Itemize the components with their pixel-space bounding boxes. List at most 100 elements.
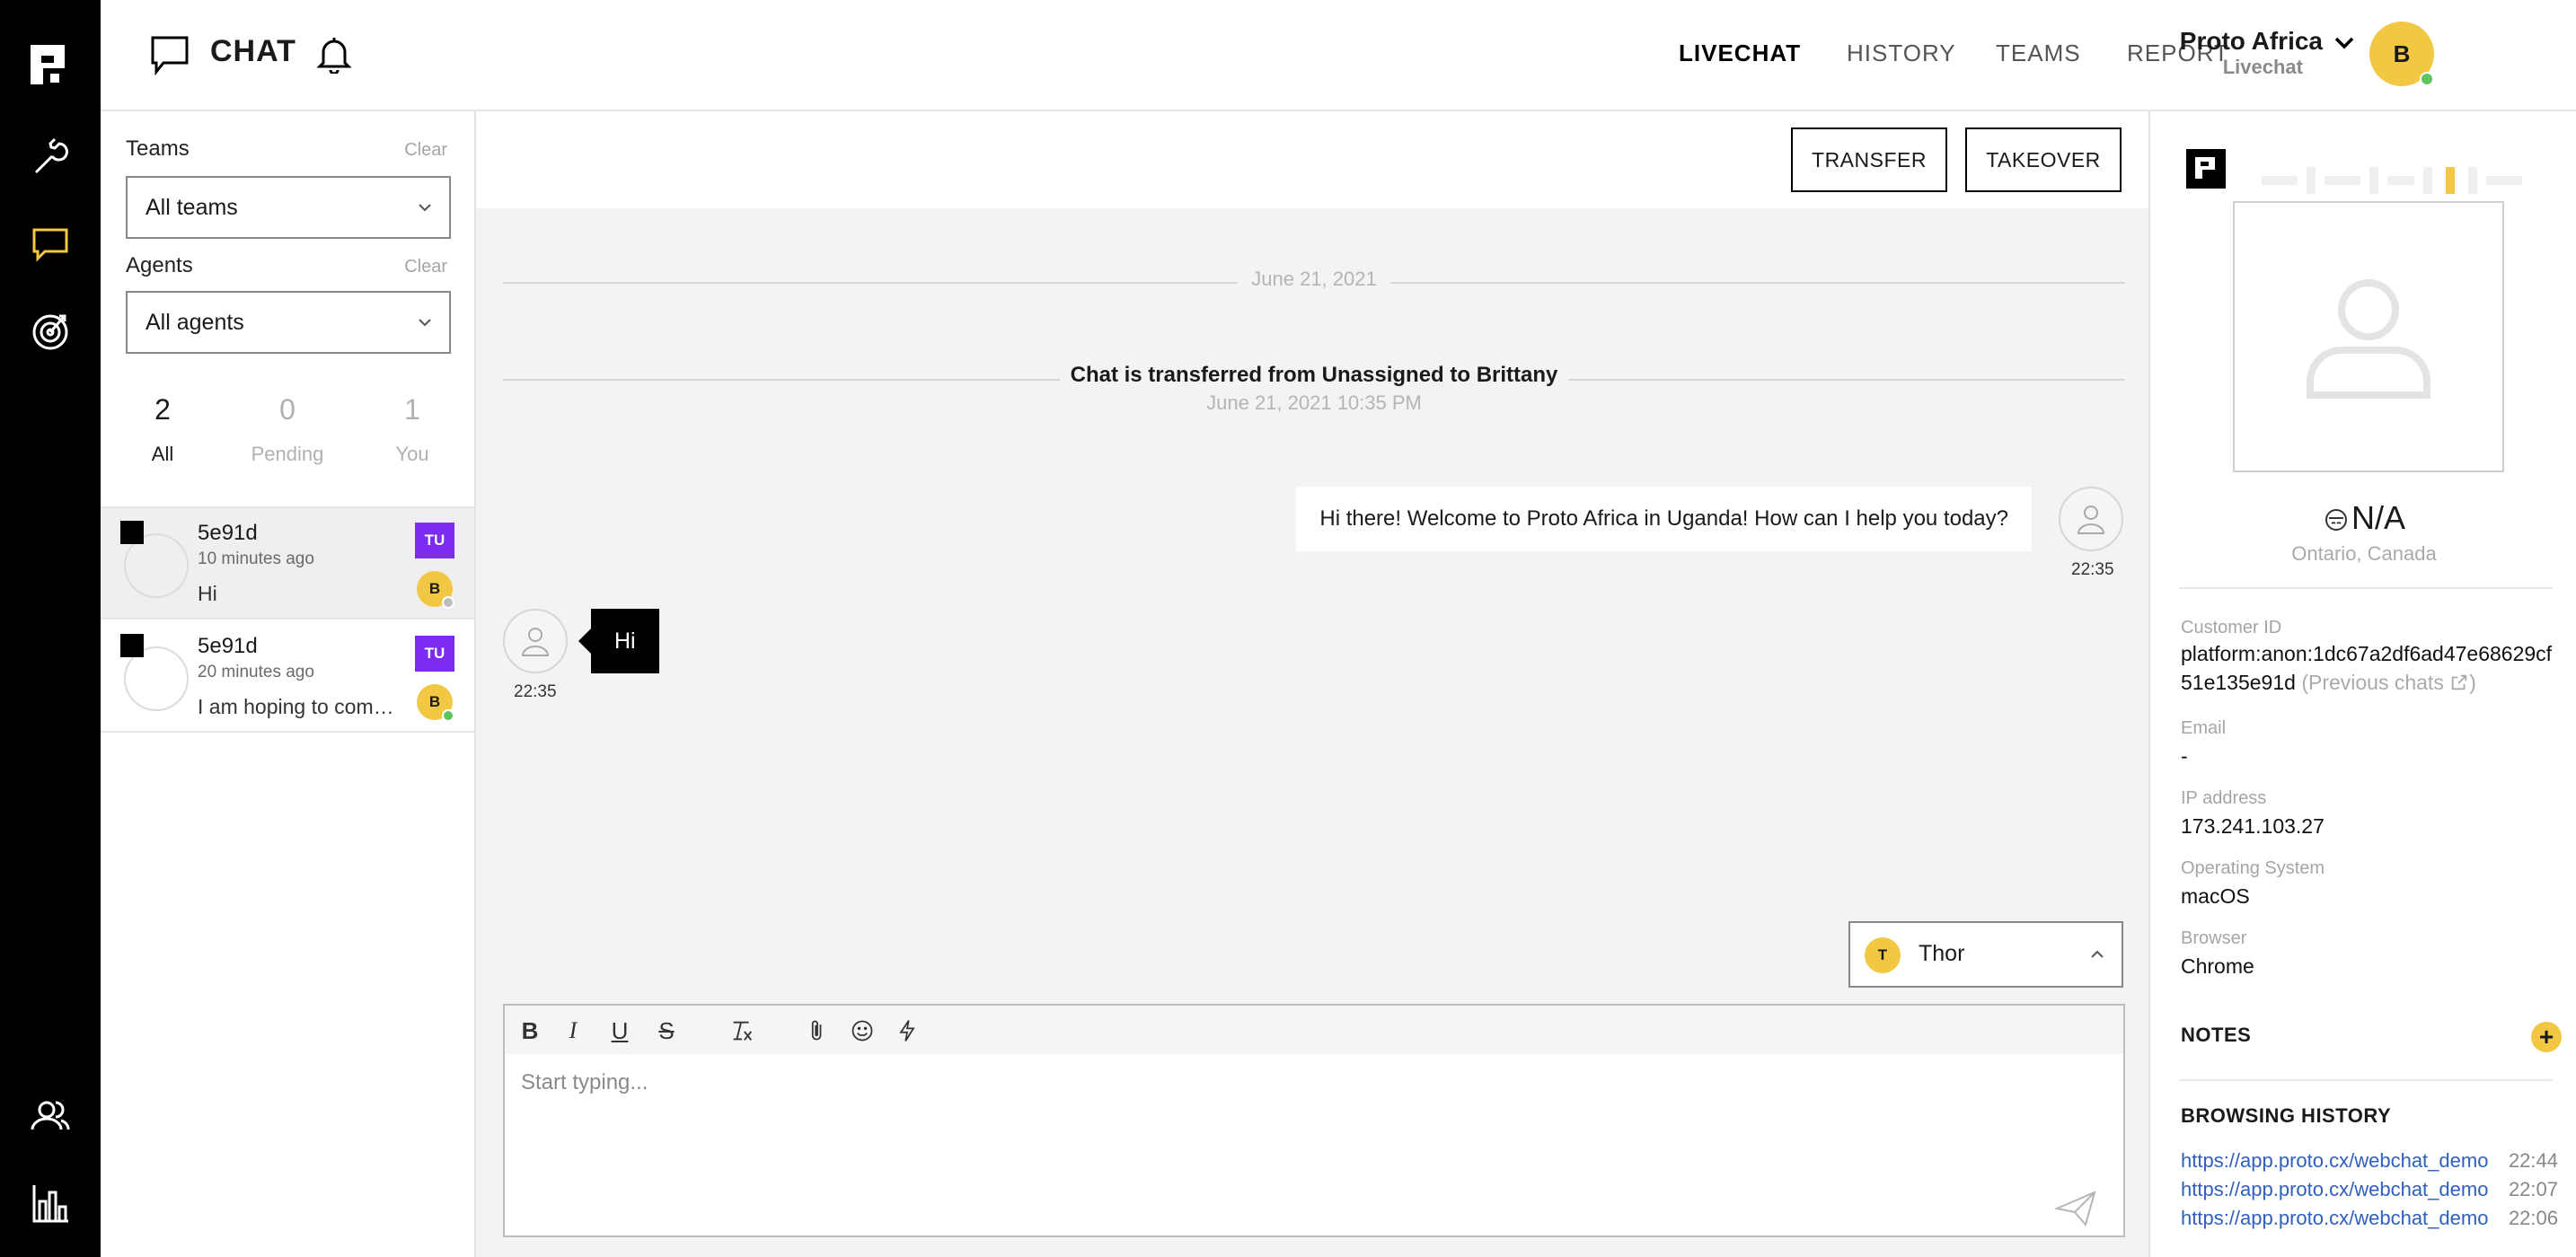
history-item[interactable]: https://app.proto.cx/webchat_demo 22:44 — [2181, 1149, 2558, 1173]
customer-id-label: Customer ID — [2181, 618, 2282, 637]
browsing-history-heading: BROWSING HISTORY — [2181, 1104, 2392, 1127]
channel-logo-icon — [2186, 149, 2226, 189]
divider — [2179, 587, 2553, 589]
nav-teams[interactable]: TEAMS — [1996, 40, 2081, 67]
agents-label: Agents — [126, 253, 193, 277]
history-item[interactable]: https://app.proto.cx/webchat_demo 22:06 — [2181, 1207, 2558, 1230]
teams-label: Teams — [126, 136, 190, 161]
teams-select[interactable]: All teams — [126, 176, 451, 239]
decorative-pattern-icon — [2262, 167, 2522, 194]
history-url[interactable]: https://app.proto.cx/webchat_demo — [2181, 1149, 2495, 1173]
agent-avatar: B — [417, 684, 454, 722]
user-avatar[interactable]: B — [2369, 22, 2434, 86]
agent-status-dot — [442, 596, 454, 609]
nav-history[interactable]: HISTORY — [1847, 40, 1956, 67]
agent-avatar: B — [417, 571, 454, 609]
takeover-button[interactable]: TAKEOVER — [1965, 127, 2122, 192]
underline-icon[interactable]: U — [605, 1016, 634, 1045]
count-you-number: 1 — [404, 393, 420, 426]
history-time: 22:44 — [2508, 1149, 2558, 1172]
proto-logo-icon[interactable] — [29, 43, 72, 86]
os-value: macOS — [2181, 884, 2250, 908]
conversation-time: 10 minutes ago — [198, 549, 314, 568]
customer-id-value: platform:anon:1dc67a2df6ad47e68629cf51e1… — [2181, 639, 2558, 697]
ip-label: IP address — [2181, 788, 2267, 808]
anonymous-icon — [2325, 509, 2347, 532]
incoming-message: Hi — [578, 609, 659, 673]
conversation-preview: I am hoping to come to Uganda — [198, 695, 395, 718]
chat-nav-icon[interactable] — [29, 223, 72, 266]
transfer-button[interactable]: TRANSFER — [1791, 127, 1947, 192]
outgoing-timestamp: 22:35 — [2071, 560, 2114, 579]
conversation-item[interactable]: 5e91d 10 minutes ago Hi TU B — [101, 508, 474, 620]
count-all-label: All — [151, 443, 174, 465]
customer-message-avatar — [503, 609, 568, 673]
system-message-text: Chat is transferred from Unassigned to B… — [1059, 363, 1569, 388]
bell-icon[interactable] — [314, 34, 354, 74]
customer-name-text: N/A — [2351, 499, 2405, 536]
nav-livechat[interactable]: LIVECHAT — [1679, 40, 1801, 67]
teams-clear-link[interactable]: Clear — [404, 140, 447, 161]
org-name: Proto Africa — [2179, 27, 2323, 55]
incoming-timestamp: 22:35 — [514, 682, 557, 701]
history-time: 22:07 — [2508, 1178, 2558, 1200]
system-message-date: June 21, 2021 10:35 PM — [1206, 391, 1422, 414]
strikethrough-icon[interactable]: S — [652, 1016, 681, 1045]
formatting-toolbar: B I U S — [505, 1006, 2123, 1054]
date-separator: June 21, 2021 — [503, 268, 2125, 291]
agent-message-avatar — [2059, 487, 2123, 551]
chevron-up-icon — [2091, 950, 2104, 958]
external-link-icon — [2451, 674, 2467, 690]
count-you-tab[interactable]: 1 You — [358, 393, 466, 466]
conversation-item[interactable]: 5e91d 20 minutes ago I am hoping to come… — [101, 621, 474, 733]
browser-label: Browser — [2181, 928, 2247, 948]
agents-select-value: All agents — [146, 309, 244, 335]
emoji-icon[interactable] — [848, 1016, 877, 1045]
browser-value: Chrome — [2181, 954, 2254, 978]
italic-icon[interactable]: I — [559, 1016, 587, 1045]
channel-logo-icon — [120, 634, 144, 657]
wrench-icon[interactable] — [29, 136, 72, 180]
history-url[interactable]: https://app.proto.cx/webchat_demo — [2181, 1178, 2495, 1201]
clear-format-icon[interactable] — [728, 1016, 756, 1045]
agent-initial: B — [428, 580, 441, 597]
customer-photo — [2233, 201, 2504, 472]
users-icon[interactable] — [29, 1094, 72, 1137]
chat-main: TRANSFER TAKEOVER June 21, 2021 Chat is … — [476, 111, 2148, 1257]
send-icon[interactable] — [2055, 1191, 2096, 1226]
online-status-dot — [2420, 72, 2434, 86]
email-value: - — [2181, 744, 2188, 768]
target-icon[interactable] — [29, 309, 72, 352]
count-pending-number: 0 — [279, 393, 296, 426]
avatar-initial: B — [2393, 40, 2411, 67]
team-badge: TU — [415, 523, 454, 558]
history-url[interactable]: https://app.proto.cx/webchat_demo — [2181, 1207, 2495, 1230]
attachment-icon[interactable] — [803, 1016, 832, 1045]
chevron-down-icon[interactable] — [2332, 31, 2357, 56]
bold-icon[interactable]: B — [516, 1016, 544, 1045]
add-note-button[interactable]: + — [2531, 1022, 2562, 1052]
previous-chats-link[interactable]: (Previous chats ) — [2301, 671, 2476, 694]
assignee-name: Thor — [1919, 941, 1965, 966]
count-pending-tab[interactable]: 0 Pending — [234, 393, 341, 466]
system-message: Chat is transferred from Unassigned to B… — [503, 363, 2125, 415]
left-rail — [0, 0, 101, 1257]
reports-icon[interactable] — [29, 1182, 72, 1225]
org-switcher[interactable]: Proto Africa Livechat — [2170, 27, 2323, 79]
channel-logo-icon — [120, 521, 144, 544]
count-all-tab[interactable]: 2 All — [109, 393, 216, 466]
agents-clear-link[interactable]: Clear — [404, 257, 447, 277]
outgoing-message: Hi there! Welcome to Proto Africa in Uga… — [1296, 487, 2032, 551]
page-title: CHAT — [210, 34, 296, 68]
lightning-icon[interactable] — [893, 1016, 922, 1045]
chat-toolbar: TRANSFER TAKEOVER — [476, 111, 2148, 208]
customer-location: Ontario, Canada — [2291, 542, 2437, 565]
message-composer[interactable]: B I U S Start typing... — [503, 1004, 2125, 1237]
history-time: 22:06 — [2508, 1207, 2558, 1229]
agents-select[interactable]: All agents — [126, 291, 451, 354]
history-item[interactable]: https://app.proto.cx/webchat_demo 22:07 — [2181, 1178, 2558, 1201]
previous-chats-label: (Previous chats — [2301, 671, 2444, 694]
conversation-id: 5e91d — [198, 521, 258, 545]
assignee-select[interactable]: T Thor — [1848, 921, 2123, 988]
count-you-label: You — [395, 443, 429, 465]
